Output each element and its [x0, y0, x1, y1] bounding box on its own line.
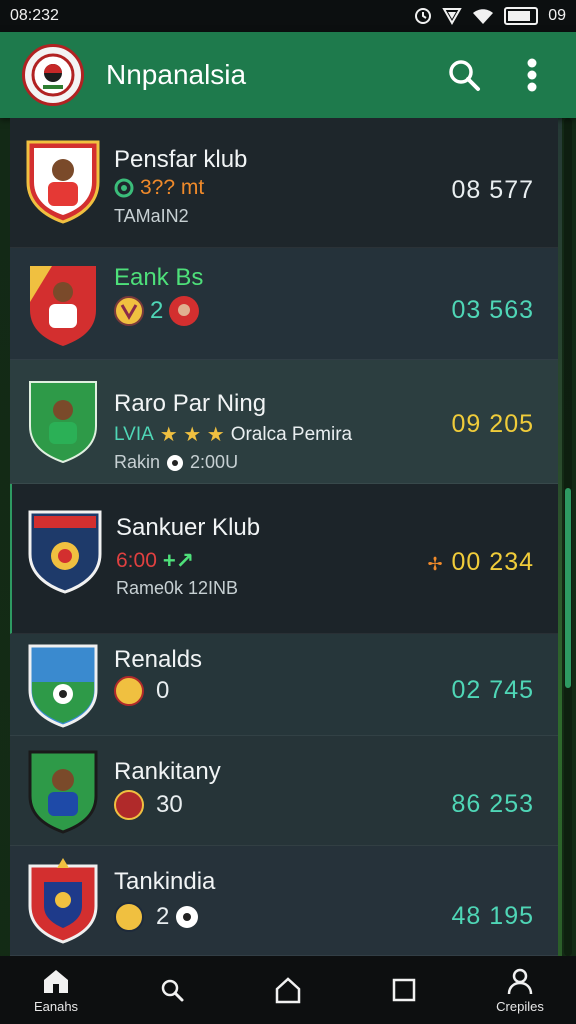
ball-icon — [167, 454, 184, 471]
club-name: Tankindia — [114, 868, 216, 895]
scrollbar[interactable] — [564, 118, 572, 956]
rating-stars-icon: ★ ★ ★ — [159, 424, 225, 446]
club-stat: 6:00 +↗ — [116, 548, 194, 574]
club-badge-icon — [114, 902, 144, 932]
nav-profile-label: Crepiles — [496, 999, 544, 1014]
app-logo[interactable] — [22, 44, 84, 106]
club-row[interactable]: Eank Bs 2 03 563 — [10, 248, 558, 360]
status-icons: 09 — [414, 7, 566, 25]
shield-crest-icon — [28, 644, 98, 728]
club-name: Renalds — [114, 646, 203, 673]
search-icon — [157, 975, 187, 1005]
club-stat-value: LVIA — [114, 423, 154, 445]
club-stat-value: 0 — [156, 677, 170, 704]
battery-text: 09 — [548, 7, 566, 24]
app-title: Nnpanalsia — [106, 59, 247, 90]
club-row-selected[interactable]: Sankuer Klub 6:00 +↗ Rame0k 12INB ✢ 00 23… — [10, 484, 558, 634]
shield-crest-icon — [28, 858, 98, 944]
alarm-icon — [415, 8, 432, 24]
nav-recents[interactable] — [362, 975, 446, 1005]
club-stat: 0 — [114, 676, 169, 706]
club-score: 48 195 — [451, 902, 534, 930]
shield-crest-icon — [28, 510, 102, 594]
overflow-menu-button[interactable] — [510, 53, 554, 97]
status-bar: 08:232 09 — [0, 0, 576, 32]
club-name: Eank Bs — [114, 264, 204, 291]
club-badge-icon — [114, 296, 144, 326]
shield-crest-icon — [26, 140, 100, 224]
club-row[interactable]: Raro Par Ning LVIA ★ ★ ★ Oralca Pemira R… — [10, 360, 558, 484]
club-name: Rankitany — [114, 758, 221, 785]
home-icon — [41, 966, 71, 996]
club-stat-value: 3?? mt — [140, 176, 205, 199]
club-meta-label: Rakin — [114, 452, 161, 472]
ball-icon — [176, 906, 199, 928]
club-meta-value: 2:00U — [190, 452, 239, 472]
club-stat: 2 — [114, 296, 200, 326]
scrollbar-thumb[interactable] — [565, 488, 571, 688]
search-icon — [449, 60, 480, 91]
signal-icon — [442, 8, 462, 25]
club-stat-value: 2 — [156, 903, 170, 930]
club-score: 03 563 — [451, 296, 534, 324]
club-score: 09 205 — [451, 410, 534, 438]
shield-crest-icon — [29, 381, 97, 464]
club-stat-value: 2 — [150, 297, 164, 324]
club-stat: LVIA ★ ★ ★ Oralca Pemira — [114, 422, 352, 447]
club-list[interactable]: Pensfar klub 3?? mt TAMaIN2 08 577 Eank … — [10, 118, 558, 956]
club-meta: Rame0k 12INB — [116, 578, 239, 598]
nav-android-home[interactable] — [246, 975, 330, 1005]
club-score: ✢ 00 234 — [427, 548, 534, 577]
club-score: 02 745 — [451, 676, 534, 704]
club-stat: 30 — [114, 790, 183, 820]
club-score: 86 253 — [451, 790, 534, 818]
bottom-navigation: Eanahs Crepiles — [0, 956, 576, 1024]
trend-up-icon: +↗ — [162, 548, 195, 573]
club-badge-icon — [114, 790, 144, 820]
club-name: Raro Par Ning — [114, 390, 267, 417]
battery-icon — [504, 7, 539, 25]
club-stat: 3?? mt — [114, 176, 204, 200]
club-row[interactable]: Pensfar klub 3?? mt TAMaIN2 08 577 — [10, 118, 558, 248]
more-vert-icon — [527, 58, 537, 92]
club-score: 08 577 — [451, 176, 534, 204]
search-button[interactable] — [442, 53, 486, 97]
recents-icon — [389, 975, 419, 1005]
android-home-icon — [273, 975, 303, 1005]
club-name: Sankuer Klub — [116, 514, 261, 541]
shield-crest-icon — [28, 750, 98, 834]
club-stat-value: 6:00 — [116, 549, 157, 572]
app-bar: Nnpanalsia — [0, 32, 576, 118]
club-badge-icon — [114, 676, 144, 706]
club-crest-logo-icon — [31, 53, 75, 97]
shield-crest-icon — [30, 266, 96, 346]
arrow-icon: ✢ — [427, 554, 444, 574]
ball-icon — [114, 178, 134, 198]
status-time: 08:232 — [10, 7, 59, 24]
nav-profile[interactable]: Crepiles — [478, 966, 562, 1014]
club-meta: Rakin 2:00U — [114, 452, 238, 473]
club-row[interactable]: Renalds 0 02 745 — [10, 634, 558, 736]
nav-home-label: Eanahs — [33, 999, 79, 1014]
player-avatar-icon — [169, 296, 200, 326]
nav-search[interactable] — [130, 975, 214, 1005]
club-name: Pensfar klub — [114, 146, 248, 173]
club-stat-value: 30 — [156, 791, 183, 818]
club-meta: TAMaIN2 — [114, 206, 189, 226]
club-stat: 2 — [114, 902, 199, 932]
profile-icon — [505, 966, 535, 996]
wifi-icon — [473, 9, 494, 24]
nav-home[interactable]: Eanahs — [14, 966, 98, 1014]
club-league: Oralca Pemira — [230, 423, 353, 445]
club-row[interactable]: Rankitany 30 86 253 — [10, 736, 558, 846]
club-score-value: 00 234 — [451, 548, 534, 576]
club-row[interactable]: Tankindia 2 48 195 — [10, 846, 558, 956]
